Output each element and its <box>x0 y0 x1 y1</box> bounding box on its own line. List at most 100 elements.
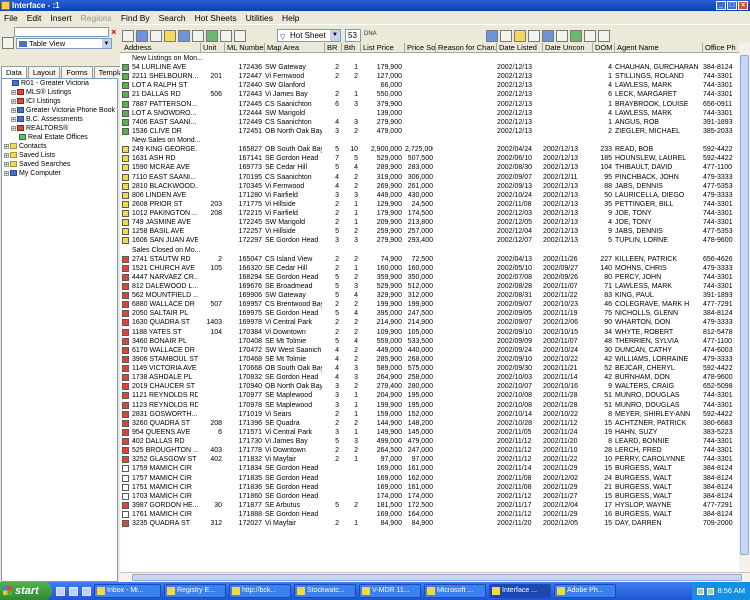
tab-data[interactable]: Data <box>1 66 27 78</box>
tree-item[interactable]: + Greater Victoria Phone Book <box>2 106 117 115</box>
table-row[interactable]: 1630 QUADRA ST 1403 169978 Vi Central Park 2… <box>120 318 750 327</box>
horizontal-scrollbar[interactable] <box>120 572 750 582</box>
menu-item-edit[interactable]: Edit <box>27 13 42 23</box>
expand-icon[interactable]: + <box>11 125 16 131</box>
table-row[interactable]: 954 QUEENS AVE 6 171571 Vi Central Park 3 1 14… <box>120 428 750 437</box>
table-row[interactable]: LOT A SNOWDRO... 172444 SW Marigold 139,000… <box>120 109 750 118</box>
menu-item-hot-sheets[interactable]: Hot Sheets <box>195 13 237 23</box>
table-row[interactable]: 54 LURLINE AVE 172436 SW Gateway 2 1 179,900 2… <box>120 63 750 72</box>
column-header[interactable]: DOM <box>593 43 615 53</box>
tree-item[interactable]: + MLS® Listings <box>2 88 117 97</box>
tree-item[interactable]: Real Estate Offices <box>2 133 117 142</box>
tray-icon[interactable] <box>707 587 715 595</box>
open-icon[interactable] <box>2 37 14 49</box>
menu-item-search[interactable]: Search <box>159 13 186 23</box>
new-icon[interactable] <box>122 30 134 42</box>
table-row[interactable]: 1536 CLIVE DR 172451 OB North Oak Bay 3 2 479… <box>120 127 750 136</box>
chevron-down-icon[interactable]: ▼ <box>330 30 340 41</box>
expand-icon[interactable]: + <box>11 98 16 104</box>
tree-item[interactable]: + ICI Listings <box>2 97 117 106</box>
menu-item-find-by[interactable]: Find By <box>121 13 150 23</box>
table-row[interactable]: 1590 MCRAE AVE 169773 SE Cedar Hill 5 4 289,9… <box>120 163 750 172</box>
table-row[interactable]: 402 DALLAS RD 171730 Vi James Bay 5 3 499,000… <box>120 437 750 446</box>
tree-item[interactable]: + My Computer <box>2 169 117 178</box>
vertical-scrollbar[interactable] <box>739 43 750 572</box>
menu-item-file[interactable]: File <box>4 13 18 23</box>
report-icon[interactable] <box>192 30 204 42</box>
count-field[interactable]: 53 <box>345 29 361 42</box>
table-icon[interactable] <box>178 30 190 42</box>
table-row[interactable]: 3460 BONAIR PL 170408 SE Mt Tolmie 5 4 559,00… <box>120 337 750 346</box>
table-row[interactable]: 4447 NARVAEZ CR... 168294 SE Gordon Head 5 2… <box>120 273 750 282</box>
globe-icon[interactable] <box>570 30 582 42</box>
menu-item-help[interactable]: Help <box>282 13 299 23</box>
section-header-row[interactable]: Sales Closed on Mo... <box>120 246 750 255</box>
expand-icon[interactable]: + <box>11 107 16 113</box>
column-header[interactable]: Reason for Chan... <box>436 43 497 53</box>
tree-item[interactable]: + Saved Searches <box>2 160 117 169</box>
camera-icon[interactable] <box>584 30 596 42</box>
menu-item-insert[interactable]: Insert <box>50 13 71 23</box>
expand-icon[interactable]: + <box>4 161 9 167</box>
table-row[interactable]: 3906 STAMBOUL ST 170468 SE Mt Tolmie 4 2 285,… <box>120 355 750 364</box>
table-row[interactable]: 1751 MAMICH CIR 171836 SE Gordon Head 169,0… <box>120 483 750 492</box>
tree-item[interactable]: + Saved Lists <box>2 151 117 160</box>
table-row[interactable]: 1521 CHURCH AVE 105 166320 SE Cedar Hill 2 1 1… <box>120 264 750 273</box>
table-row[interactable]: 1738 ASHDALE PL 170832 SE Gordon Head 4 3 264… <box>120 373 750 382</box>
table-row[interactable]: 2810 BLACKWOOD... 170345 Vi Fernwood 4 2 269,… <box>120 182 750 191</box>
column-header[interactable]: Bth <box>342 43 361 53</box>
filter-icon[interactable] <box>234 30 246 42</box>
view-select[interactable]: Table View ▼ <box>16 37 112 49</box>
column-header[interactable]: Unit <box>201 43 225 53</box>
scroll-thumb[interactable] <box>740 55 749 555</box>
stats-icon[interactable] <box>220 30 232 42</box>
table-row[interactable]: 806 LINDEN AVE 171280 Vi Fairfield 3 3 449,00… <box>120 191 750 200</box>
taskbar-button[interactable]: Microsoft ... <box>424 584 486 598</box>
export-icon[interactable] <box>556 30 568 42</box>
expand-icon[interactable]: + <box>4 170 9 176</box>
column-header[interactable]: Date Uncon <box>543 43 593 53</box>
column-header[interactable]: Agent Name <box>615 43 703 53</box>
table-row[interactable]: 1121 REYNOLDS RD 170977 SE Maplewood 3 1 204,… <box>120 391 750 400</box>
table-row[interactable]: 1631 ASH RD 167141 SE Gordon Head 7 5 529,000… <box>120 154 750 163</box>
taskbar-button[interactable]: Adobe Ph... <box>554 584 616 598</box>
table-row[interactable]: 21 DALLAS RD 506 172443 Vi James Bay 2 1 550,0… <box>120 90 750 99</box>
menu-item-regions[interactable]: Regions <box>81 13 112 23</box>
table-row[interactable]: 1761 MAMICH CIR 171888 SE Gordon Head 169,0… <box>120 510 750 519</box>
mail-icon[interactable] <box>500 30 512 42</box>
folder-icon[interactable] <box>164 30 176 42</box>
quicklaunch-icon[interactable] <box>56 586 65 596</box>
table-row[interactable]: 3235 QUADRA ST 312 172027 Vi Mayfair 2 1 84,90… <box>120 519 750 528</box>
column-header[interactable]: ML Number <box>225 43 265 53</box>
chevron-down-icon[interactable]: ▼ <box>102 38 111 48</box>
table-row[interactable]: 1757 MAMICH CIR 171835 SE Gordon Head 169,0… <box>120 474 750 483</box>
quicklaunch-icon[interactable] <box>82 586 91 596</box>
hotsheet-run-icon[interactable] <box>486 30 498 42</box>
menu-item-utilities[interactable]: Utilities <box>246 13 273 23</box>
table-row[interactable]: 1012 PAKINGTON ... 208 172215 Vi Fairfield 2… <box>120 209 750 218</box>
column-header[interactable]: BR <box>325 43 342 53</box>
table-row[interactable]: 1188 YATES ST 104 170384 Vi Downtown 2 2 109,9… <box>120 328 750 337</box>
table-row[interactable]: 3252 GLASGOW ST 402 171832 Vi Mayfair 2 1 97,0… <box>120 455 750 464</box>
help-icon[interactable] <box>598 30 610 42</box>
column-header[interactable]: Date Listed <box>497 43 543 53</box>
clear-icon[interactable]: × <box>111 27 118 37</box>
table-row[interactable]: 1703 MAMICH CIR 171860 SE Gordon Head 174,0… <box>120 492 750 501</box>
table-row[interactable]: 7887 PATTERSON... 172445 CS Saanichton 6 3 37… <box>120 100 750 109</box>
table-row[interactable]: 2741 STAUTW RD 2 165047 CS Island View 2 2 74,… <box>120 255 750 264</box>
save-icon[interactable] <box>136 30 148 42</box>
table-row[interactable]: 1606 SAN JUAN AVE 172297 SE Gordon Head 3 3 2… <box>120 236 750 245</box>
table-row[interactable]: 1149 VICTORIA AVE 170668 OB South Oak Bay 4… <box>120 364 750 373</box>
tab-forms[interactable]: Forms <box>61 66 93 78</box>
tray-icon[interactable] <box>697 587 705 595</box>
table-row[interactable]: 3260 QUADRA ST 208 171396 SE Quadra 2 2 144,90… <box>120 419 750 428</box>
table-row[interactable]: 7110 EAST SAANI... 170195 CS Saanichton 4 2 3… <box>120 173 750 182</box>
tab-layout[interactable]: Layout <box>27 66 61 78</box>
taskbar-button[interactable]: Interface ... <box>489 584 551 598</box>
table-row[interactable]: 1123 REYNOLDS RD 170978 SE Maplewood 3 1 199,… <box>120 401 750 410</box>
table-row[interactable]: 749 JASMINE AVE 172245 SW Marigold 2 1 209,90… <box>120 218 750 227</box>
table-row[interactable]: 525 BROUGHTON ... 403 171778 Vi Downtown 2 2 2… <box>120 446 750 455</box>
print-icon[interactable] <box>150 30 162 42</box>
hotsheet-select[interactable]: ▽ Hot Sheet ▼ <box>277 29 341 42</box>
column-header[interactable]: Address <box>122 43 201 53</box>
